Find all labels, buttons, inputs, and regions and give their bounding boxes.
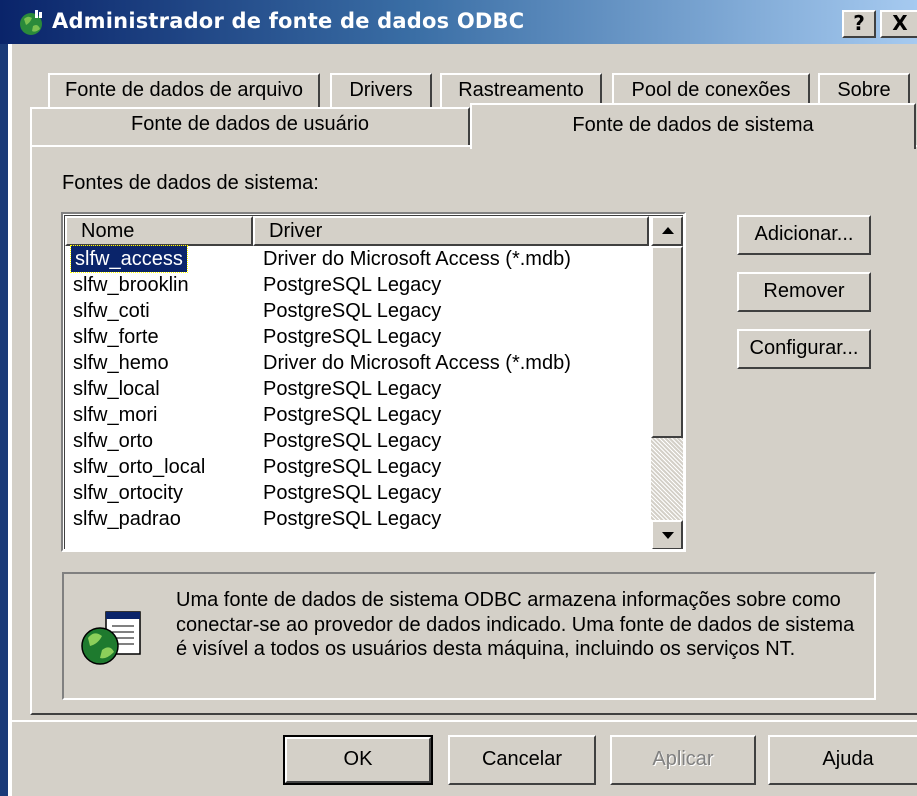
list-item[interactable]: slfw_orto_local PostgreSQL Legacy bbox=[65, 454, 651, 480]
list-item[interactable]: slfw_local PostgreSQL Legacy bbox=[65, 376, 651, 402]
configure-button[interactable]: Configurar... bbox=[737, 329, 871, 369]
help-button[interactable]: ? bbox=[842, 10, 876, 38]
cancel-button[interactable]: Cancelar bbox=[448, 735, 596, 785]
dsn-driver: PostgreSQL Legacy bbox=[263, 456, 442, 478]
list-item[interactable]: slfw_access Driver do Microsoft Access (*… bbox=[65, 245, 651, 273]
list-item[interactable]: slfw_ortocity PostgreSQL Legacy bbox=[65, 480, 651, 506]
dsn-name: slfw_orto_local bbox=[73, 456, 206, 478]
list-item[interactable]: slfw_brooklin PostgreSQL Legacy bbox=[65, 272, 651, 298]
window-title: Administrador de fonte de dados ODBC bbox=[52, 9, 525, 33]
list-item[interactable]: slfw_coti PostgreSQL Legacy bbox=[65, 298, 651, 324]
list-item[interactable]: slfw_hemo Driver do Microsoft Access (*.m… bbox=[65, 350, 651, 376]
list-item[interactable]: slfw_orto PostgreSQL Legacy bbox=[65, 428, 651, 454]
dsn-driver: PostgreSQL Legacy bbox=[263, 508, 442, 530]
title-bar: Administrador de fonte de dados ODBC ? X bbox=[0, 0, 917, 44]
dsn-name: slfw_access bbox=[70, 245, 188, 273]
dsn-driver: PostgreSQL Legacy bbox=[263, 378, 442, 400]
system-dsn-icon bbox=[81, 611, 141, 665]
dsn-list-inner: Nome Driver slfw_access Driver do Microso… bbox=[64, 215, 683, 549]
add-button[interactable]: Adicionar... bbox=[737, 215, 871, 255]
dsn-name: slfw_local bbox=[73, 378, 160, 400]
scroll-up-button[interactable] bbox=[651, 216, 683, 246]
dsn-driver: PostgreSQL Legacy bbox=[263, 482, 442, 504]
window-frame-highlight bbox=[8, 44, 12, 796]
info-text: Uma fonte de dados de sistema ODBC armaz… bbox=[176, 589, 855, 660]
system-dsn-label: Fontes de dados de sistema: bbox=[62, 172, 319, 194]
dsn-driver: PostgreSQL Legacy bbox=[263, 430, 442, 452]
remove-button[interactable]: Remover bbox=[737, 272, 871, 312]
tab-drivers[interactable]: Drivers bbox=[330, 73, 432, 107]
tab-system-dsn[interactable]: Fonte de dados de sistema bbox=[470, 103, 916, 149]
dsn-driver: PostgreSQL Legacy bbox=[263, 326, 442, 348]
vertical-scrollbar[interactable] bbox=[651, 216, 683, 549]
dsn-name: slfw_mori bbox=[73, 404, 158, 426]
list-item[interactable]: slfw_forte PostgreSQL Legacy bbox=[65, 324, 651, 350]
tab-about[interactable]: Sobre bbox=[818, 73, 910, 107]
dsn-rows: slfw_access Driver do Microsoft Access (*… bbox=[65, 245, 651, 532]
tab-tracing[interactable]: Rastreamento bbox=[440, 73, 602, 107]
dsn-driver: PostgreSQL Legacy bbox=[263, 274, 442, 296]
dsn-driver: Driver do Microsoft Access (*.mdb) bbox=[263, 352, 571, 374]
column-header-driver[interactable]: Driver bbox=[253, 216, 649, 246]
odbc-globe-icon bbox=[20, 10, 42, 35]
dsn-name: slfw_brooklin bbox=[73, 274, 189, 296]
scroll-thumb[interactable] bbox=[651, 246, 683, 438]
ok-label: OK bbox=[285, 737, 431, 783]
tab-file-dsn[interactable]: Fonte de dados de arquivo bbox=[48, 73, 320, 107]
dsn-name: slfw_orto bbox=[73, 430, 154, 452]
scroll-track[interactable] bbox=[651, 438, 683, 520]
list-item[interactable]: slfw_padrao PostgreSQL Legacy bbox=[65, 506, 651, 532]
dsn-name: slfw_coti bbox=[73, 300, 150, 322]
apply-button[interactable]: Aplicar bbox=[610, 735, 756, 785]
ok-button[interactable]: OK bbox=[283, 735, 433, 785]
separator bbox=[12, 720, 917, 722]
dsn-name: slfw_padrao bbox=[73, 508, 181, 530]
arrow-up-icon bbox=[662, 227, 674, 234]
tab-connection-pooling[interactable]: Pool de conexões bbox=[612, 73, 810, 107]
dsn-driver: PostgreSQL Legacy bbox=[263, 300, 442, 322]
arrow-down-icon bbox=[662, 532, 674, 539]
close-button[interactable]: X bbox=[880, 10, 917, 38]
dsn-name: slfw_ortocity bbox=[73, 482, 184, 504]
dsn-list[interactable]: Nome Driver slfw_access Driver do Microso… bbox=[61, 212, 686, 552]
list-item[interactable]: slfw_mori PostgreSQL Legacy bbox=[65, 402, 651, 428]
dsn-name: slfw_hemo bbox=[73, 352, 169, 374]
help-dialog-button[interactable]: Ajuda bbox=[768, 735, 917, 785]
dsn-driver: Driver do Microsoft Access (*.mdb) bbox=[263, 248, 571, 270]
column-header-name[interactable]: Nome bbox=[65, 216, 253, 246]
dsn-name: slfw_forte bbox=[73, 326, 159, 348]
scroll-down-button[interactable] bbox=[651, 520, 683, 549]
dsn-driver: PostgreSQL Legacy bbox=[263, 404, 442, 426]
tab-user-dsn[interactable]: Fonte de dados de usuário bbox=[30, 107, 470, 145]
